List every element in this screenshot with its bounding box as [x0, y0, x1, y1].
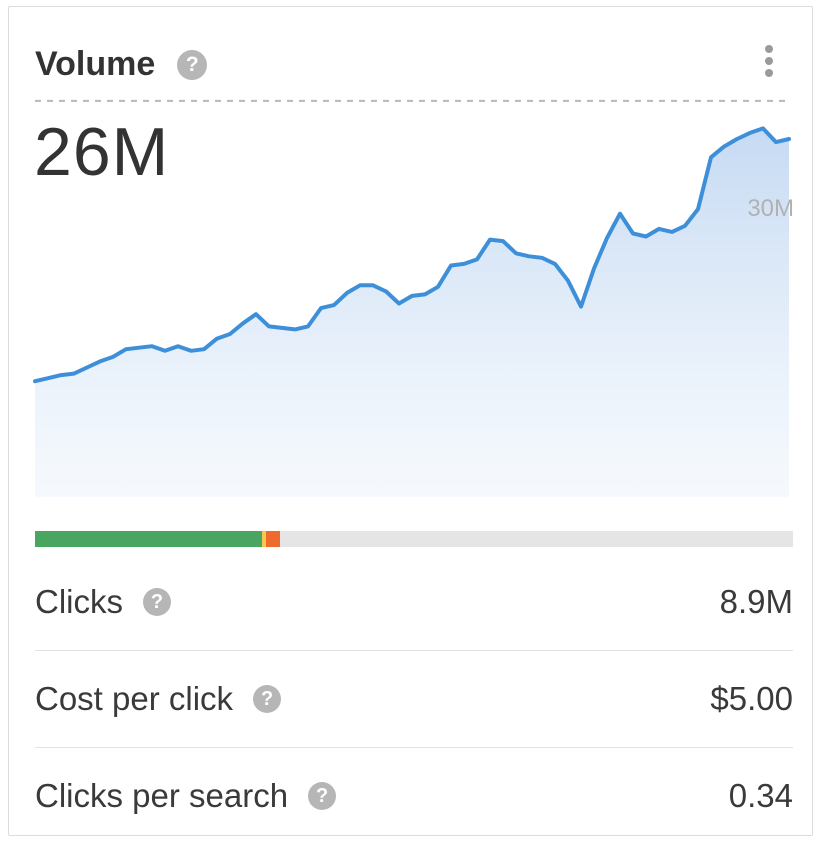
clicks-per-search-label: Clicks per search: [35, 777, 289, 814]
volume-card: Volume ? 26M 30M Clicks ? 8.9M Cost per …: [8, 6, 813, 836]
metric-row-clicks: Clicks ? 8.9M: [35, 554, 793, 651]
help-icon[interactable]: ?: [143, 588, 171, 616]
cost-per-click-label: Cost per click: [35, 680, 234, 717]
clicks-value: 8.9M: [719, 583, 793, 620]
help-icon[interactable]: ?: [308, 782, 337, 810]
help-icon[interactable]: ?: [253, 685, 282, 713]
volume-trend-chart: [33, 99, 791, 497]
volume-area: [35, 128, 789, 497]
metrics-list: Clicks ? 8.9M Cost per click ? $5.00 Cli…: [35, 554, 793, 844]
clicks-label: Clicks: [35, 583, 123, 620]
metric-row-clicks-per-search: Clicks per search ? 0.34: [35, 748, 793, 844]
clicks-per-search-value: 0.34: [728, 777, 793, 814]
distribution-segment-0: [35, 531, 263, 547]
axis-max-label: 30M: [747, 195, 794, 222]
distribution-bar: [35, 531, 793, 547]
cost-per-click-value: $5.00: [710, 680, 793, 717]
metric-row-cost-per-click: Cost per click ? $5.00: [35, 651, 793, 748]
distribution-segment-2: [266, 531, 280, 547]
